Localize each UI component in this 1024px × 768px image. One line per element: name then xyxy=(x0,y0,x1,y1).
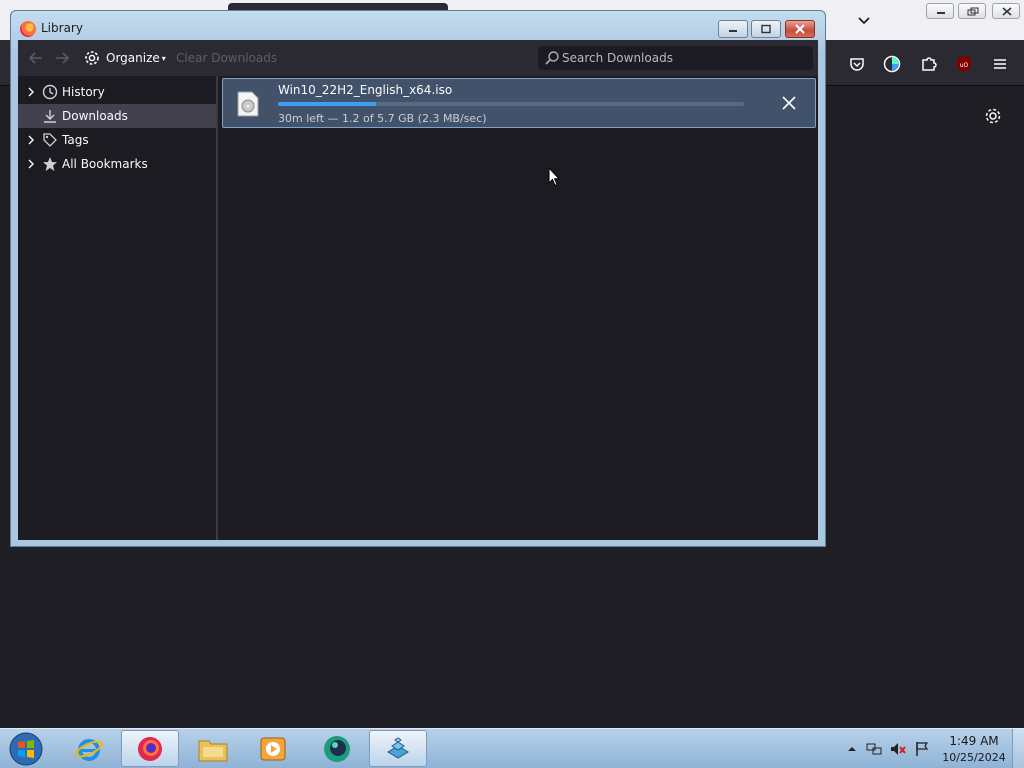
volume-muted-icon[interactable] xyxy=(890,741,906,757)
taskbar-app-blocks[interactable] xyxy=(369,730,427,767)
library-toolbar: Organize ▾ Clear Downloads xyxy=(18,40,818,76)
svg-text:uO: uO xyxy=(960,62,969,69)
taskbar: 1:49 AM 10/25/2024 xyxy=(0,728,1024,768)
mouse-cursor-icon xyxy=(548,166,561,187)
clock-date[interactable]: 10/25/2024 xyxy=(940,751,1008,764)
library-client-area: Organize ▾ Clear Downloads History Downl… xyxy=(18,40,818,540)
firefox-icon xyxy=(138,736,162,761)
gear-icon xyxy=(85,51,99,65)
green-orb-app-icon xyxy=(324,735,350,762)
expand-twisty-icon[interactable] xyxy=(26,86,36,98)
browser-minimize-button[interactable] xyxy=(926,3,954,19)
forward-arrow-icon[interactable] xyxy=(54,50,70,66)
expand-twisty-icon[interactable] xyxy=(26,158,36,170)
show-desktop-button[interactable] xyxy=(1012,729,1024,768)
clock-time[interactable]: 1:49 AM xyxy=(946,734,1002,748)
library-close-button[interactable] xyxy=(785,20,815,38)
sidebar-item-label: All Bookmarks xyxy=(62,157,148,171)
download-icon xyxy=(42,108,58,124)
network-icon[interactable] xyxy=(866,741,882,757)
sidebar-item-history[interactable]: History xyxy=(18,80,216,104)
tag-icon xyxy=(42,132,58,148)
sidebar-item-tags[interactable]: Tags xyxy=(18,128,216,152)
show-hidden-icons-chevron-icon[interactable] xyxy=(844,741,860,757)
downloads-list: Win10_22H2_English_x64.iso 30m left — 1.… xyxy=(220,76,818,540)
download-item[interactable]: Win10_22H2_English_x64.iso 30m left — 1.… xyxy=(222,78,816,128)
download-filename: Win10_22H2_English_x64.iso xyxy=(278,83,453,97)
taskbar-firefox[interactable] xyxy=(121,730,179,767)
sidebar-item-all-bookmarks[interactable]: All Bookmarks xyxy=(18,152,216,176)
library-maximize-button[interactable] xyxy=(751,20,781,38)
chevron-down-icon: ▾ xyxy=(161,53,166,63)
disc-image-file-icon xyxy=(237,91,259,117)
extensions-puzzle-icon[interactable] xyxy=(920,55,938,73)
action-center-flag-icon[interactable] xyxy=(914,741,930,757)
browser-close-button[interactable] xyxy=(992,3,1020,19)
sidebar-item-label: Tags xyxy=(62,133,89,147)
taskbar-app-green-orb[interactable] xyxy=(308,730,366,767)
account-sync-icon[interactable] xyxy=(883,55,901,73)
settings-gear-icon[interactable] xyxy=(984,107,1002,125)
download-progress-bar xyxy=(278,102,744,106)
organize-button[interactable]: Organize ▾ xyxy=(84,48,166,68)
pocket-icon[interactable] xyxy=(848,55,866,73)
sidebar-item-label: Downloads xyxy=(62,109,128,123)
library-window: Library Organize ▾ Clear Downloads Searc… xyxy=(10,10,826,547)
download-progress-fill xyxy=(278,102,376,106)
app-menu-hamburger-icon[interactable] xyxy=(991,55,1009,73)
download-status: 30m left — 1.2 of 5.7 GB (2.3 MB/sec) xyxy=(278,112,487,125)
organize-label: Organize xyxy=(106,51,160,65)
tab-list-chevron-icon[interactable] xyxy=(856,12,872,28)
sidebar-item-downloads[interactable]: Downloads xyxy=(18,104,216,128)
ublock-origin-icon[interactable]: uO xyxy=(955,55,973,73)
folder-icon xyxy=(198,740,228,761)
taskbar-file-explorer[interactable] xyxy=(184,730,242,767)
sidebar-item-label: History xyxy=(62,85,105,99)
expand-twisty-icon[interactable] xyxy=(26,134,36,146)
search-box[interactable] xyxy=(538,46,813,70)
library-window-title: Library xyxy=(41,21,83,35)
star-icon xyxy=(42,156,58,172)
clock-icon xyxy=(42,84,58,100)
start-button[interactable] xyxy=(6,731,46,767)
cancel-download-close-icon[interactable] xyxy=(779,93,799,113)
taskbar-media-player[interactable] xyxy=(244,730,302,767)
search-input[interactable] xyxy=(562,49,807,67)
clear-downloads-button[interactable]: Clear Downloads xyxy=(176,51,277,65)
library-minimize-button[interactable] xyxy=(718,20,748,38)
search-icon xyxy=(544,50,560,66)
internet-explorer-icon xyxy=(75,738,103,761)
browser-restore-button[interactable] xyxy=(958,3,986,19)
library-sidebar: History Downloads Tags All Bookmarks xyxy=(18,76,218,540)
media-player-icon xyxy=(260,737,286,760)
back-arrow-icon[interactable] xyxy=(28,50,44,66)
firefox-logo-icon xyxy=(20,21,36,37)
blocks-app-icon xyxy=(387,736,409,759)
taskbar-internet-explorer[interactable] xyxy=(60,730,118,767)
